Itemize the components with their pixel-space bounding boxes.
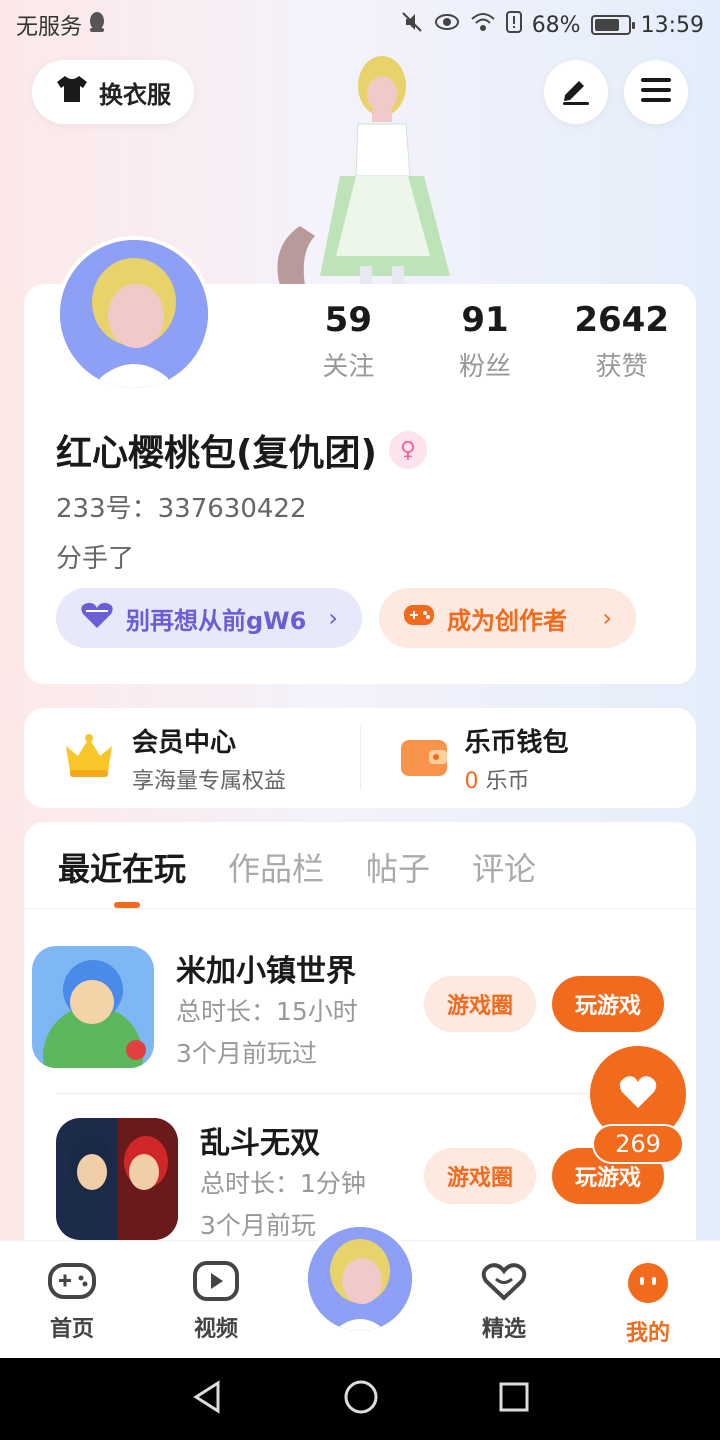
coin-unit: 乐币 [485, 768, 530, 794]
user-id[interactable]: 233号：337630422 [56, 488, 307, 525]
tab-posts[interactable]: 帖子 [366, 844, 430, 890]
stat-following[interactable]: 59 关注 [280, 300, 417, 383]
game-last-played: 3个月前玩 [200, 1211, 316, 1240]
list-item[interactable]: 米加小镇世界 总时长：15小时 3个月前玩过 游戏圈 玩游戏 [32, 946, 664, 1076]
battery-icon [590, 15, 635, 35]
eye-icon [434, 12, 460, 38]
nav-featured[interactable]: 精选 [432, 1241, 576, 1343]
game-playtime: 总时长：1分钟 [200, 1169, 366, 1198]
change-outfit-button[interactable]: 换衣服 [32, 60, 194, 124]
change-outfit-label: 换衣服 [99, 80, 171, 109]
recents-icon[interactable] [498, 1381, 530, 1417]
nav-mine[interactable]: 我的 [576, 1241, 720, 1347]
tab-works[interactable]: 作品栏 [228, 844, 324, 890]
divider [56, 1093, 664, 1094]
nickname-row: 红心樱桃包(复仇团) ♀ [56, 424, 427, 476]
stat-label: 粉丝 [459, 352, 512, 382]
game-icon[interactable] [32, 946, 154, 1068]
heart-group-icon [80, 601, 114, 635]
profile-tabs: 最近在玩 作品栏 帖子 评论 [58, 844, 536, 890]
creator-label: 成为创作者 [447, 606, 567, 635]
nav-label: 我的 [625, 1321, 670, 1346]
mute-icon [400, 10, 424, 40]
wallet-card: 会员中心 享海量专属权益 乐币钱包 0 乐币 [24, 708, 696, 808]
bottom-nav: 首页 视频 精选 我的 [0, 1223, 720, 1358]
group-label: 别再想从前gW6 [126, 606, 307, 635]
wifi-icon [470, 12, 496, 38]
nav-video[interactable]: 视频 [144, 1241, 288, 1343]
system-nav-bar [0, 1358, 720, 1440]
nav-label: 精选 [481, 1317, 526, 1342]
crown-icon [62, 732, 116, 784]
back-icon[interactable] [190, 1380, 224, 1418]
game-last-played: 3个月前玩过 [176, 1039, 317, 1068]
avatar-3d-figure[interactable] [260, 46, 460, 296]
heart-outline-icon [481, 1261, 527, 1307]
edit-profile-button[interactable] [544, 60, 608, 124]
stat-likes[interactable]: 2642 获赞 [553, 300, 690, 383]
nav-home[interactable]: 首页 [0, 1241, 144, 1343]
game-icon[interactable] [56, 1118, 178, 1240]
game-playtime: 总时长：15小时 [176, 997, 358, 1026]
shirt-icon [55, 74, 89, 110]
clock: 13:59 [640, 12, 704, 38]
face-icon [626, 1261, 670, 1311]
coin-amount: 0 [464, 768, 479, 794]
gamepad-icon [47, 1261, 97, 1307]
female-icon: ♀ [388, 431, 427, 469]
stat-number: 2642 [574, 300, 669, 340]
avatar[interactable] [56, 236, 212, 392]
nickname: 红心樱桃包(复仇团) [56, 433, 377, 474]
stat-fans[interactable]: 91 粉丝 [417, 300, 554, 383]
qq-icon [88, 11, 106, 39]
stat-number: 59 [324, 300, 372, 340]
nav-avatar[interactable] [304, 1223, 416, 1335]
stat-label: 获赞 [595, 352, 648, 382]
bio: 分手了 [56, 544, 135, 574]
status-bar: 无服务 68% 13:59 [0, 0, 720, 50]
nav-label: 视频 [193, 1317, 238, 1342]
tab-recently-played[interactable]: 最近在玩 [58, 844, 186, 890]
become-creator-button[interactable]: 成为创作者 › [379, 588, 636, 648]
carrier-text: 无服务 [16, 15, 83, 40]
game-circle-button[interactable]: 游戏圈 [424, 976, 536, 1032]
stat-label: 关注 [322, 352, 375, 382]
game-name: 乱斗无双 [200, 1126, 320, 1161]
game-name: 米加小镇世界 [176, 954, 356, 989]
menu-button[interactable] [624, 60, 688, 124]
stat-number: 91 [461, 300, 509, 340]
pen-icon [559, 73, 593, 111]
coin-wallet-entry[interactable]: 乐币钱包 0 乐币 [361, 722, 697, 795]
profile-stats: 59 关注 91 粉丝 2642 获赞 [280, 300, 690, 383]
tab-comments[interactable]: 评论 [472, 844, 536, 890]
home-icon[interactable] [343, 1379, 379, 1419]
vip-title: 会员中心 [132, 727, 237, 758]
wallet-icon [399, 734, 449, 782]
group-button[interactable]: 别再想从前gW6 › [56, 588, 362, 648]
gamepad-icon [403, 602, 435, 634]
divider [24, 908, 696, 909]
video-icon [193, 1261, 239, 1307]
like-count: 269 [592, 1124, 684, 1164]
vip-subtitle: 享海量专属权益 [132, 768, 287, 794]
battery-percent: 68% [531, 12, 581, 38]
menu-icon [640, 76, 672, 108]
vip-center-entry[interactable]: 会员中心 享海量专属权益 [24, 722, 360, 795]
chevron-right-icon: › [328, 604, 338, 632]
alert-icon [505, 11, 522, 39]
chevron-right-icon: › [602, 604, 612, 632]
game-circle-button[interactable]: 游戏圈 [424, 1148, 536, 1204]
coin-wallet-title: 乐币钱包 [464, 727, 569, 758]
heart-icon [618, 1074, 658, 1114]
play-game-button[interactable]: 玩游戏 [552, 976, 664, 1032]
nav-label: 首页 [49, 1317, 94, 1342]
